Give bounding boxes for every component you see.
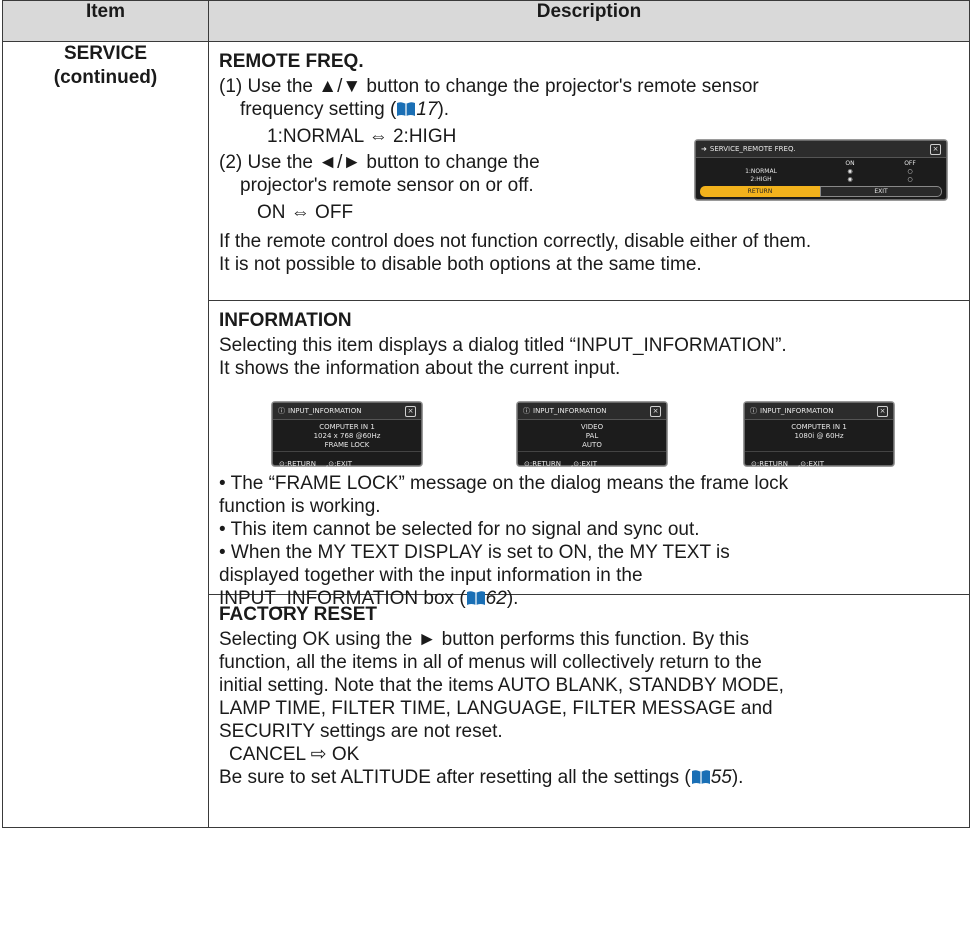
information-bullet3-line1: • When the MY TEXT DISPLAY is set to ON,… (219, 542, 730, 563)
manual-page: Item Description SERVICE (continued) REM… (0, 0, 973, 925)
remote-freq-option2: ON ⇔ OFF (257, 202, 354, 223)
arrow-icon: ➜ (701, 144, 707, 153)
dialog-line: PAL (585, 432, 599, 440)
step1-text: frequency setting ( (240, 99, 397, 120)
dialog-line: COMPUTER IN 1 (319, 423, 375, 431)
dialog-exit: ,⊙:EXIT (571, 460, 598, 468)
remote-freq-step1-line1: (1) Use the ▲/▼ button to change the pro… (219, 76, 759, 97)
radio-selected-icon: ◉ (847, 176, 853, 183)
dialog-line: 1024 x 768 @60Hz (313, 432, 381, 440)
factory-reset-line1: Selecting OK using the ► button performs… (219, 629, 749, 650)
remote-osd-buttons: RETURN EXIT (700, 186, 942, 197)
information-bullet2: • This item cannot be selected for no si… (219, 519, 700, 540)
factory-reset-option: CANCEL ⇨ OK (229, 744, 360, 765)
remote-osd-grid: ON OFF 1:NORMAL ◉ ○ 2:HIGH ◉ ○ (696, 158, 946, 184)
factory-reset-line5: SECURITY settings are not reset. (219, 721, 503, 742)
factory-reset-line2: function, all the items in all of menus … (219, 652, 762, 673)
radio-empty-icon: ○ (907, 168, 913, 175)
info-icon: ⓘ (523, 406, 530, 415)
close-icon: × (405, 405, 416, 417)
close-icon: × (877, 405, 888, 417)
info-icon: ⓘ (278, 406, 285, 415)
information-cell: INFORMATION Selecting this item displays… (208, 300, 970, 609)
dialog-line: VIDEO (580, 423, 604, 431)
step1-end: ). (437, 99, 450, 120)
remote-osd-title: SERVICE_REMOTE FREQ. (709, 144, 796, 153)
book-reference-icon (397, 102, 416, 116)
item-label: SERVICE (63, 43, 148, 64)
dialog-line: 1080i @ 60Hz (794, 432, 844, 440)
info-dialog-1: ⓘ INPUT_INFORMATION × COMPUTER IN 1 1024 x … (272, 402, 422, 468)
exit-button: EXIT (820, 186, 942, 197)
remote-freq-cell: REMOTE FREQ. (1) Use the ▲/▼ button to c… (208, 41, 970, 301)
service-table: Item Description SERVICE (continued) REM… (2, 0, 970, 828)
dialog-title: INPUT_INFORMATION (288, 406, 362, 415)
factory-reset-line4: LAMP TIME, FILTER TIME, LANGUAGE, FILTER… (219, 698, 773, 719)
remote-freq-title: REMOTE FREQ. (219, 51, 364, 72)
close-icon: × (650, 405, 661, 417)
remote-freq-osd: ➜ SERVICE_REMOTE FREQ. × ON OFF 1:NORMAL ◉ ○… (695, 140, 947, 200)
remote-freq-note1: If the remote control does not function … (219, 231, 812, 252)
item-sublabel: (continued) (53, 67, 158, 88)
factory-reset-title: FACTORY RESET (219, 604, 378, 625)
header-description: Description (208, 0, 970, 42)
row-remote-freq: SERVICE (continued) REMOTE FREQ. (1) Use… (2, 41, 970, 828)
item-cell: SERVICE (continued) (2, 41, 209, 828)
information-bullet3-line2: displayed together with the input inform… (219, 565, 643, 586)
dialog-exit: ,⊙:EXIT (798, 460, 825, 468)
information-title: INFORMATION (219, 310, 352, 331)
information-bullet1-line2: function is working. (219, 496, 381, 517)
remote-freq-note2: It is not possible to disable both optio… (219, 254, 702, 275)
dialog-title: INPUT_INFORMATION (760, 406, 834, 415)
last-ref: 55 (710, 767, 732, 788)
dialog-exit: ,⊙:EXIT (326, 460, 353, 468)
book-reference-icon (691, 770, 710, 784)
header-row: Item Description (2, 0, 970, 42)
information-dialogs: ⓘ INPUT_INFORMATION × COMPUTER IN 1 1024 x … (219, 380, 959, 472)
dialog-title: INPUT_INFORMATION (533, 406, 607, 415)
radio-empty-icon: ○ (907, 176, 913, 183)
dialog-return: ⊙:RETURN (751, 460, 789, 468)
info-icon: ⓘ (750, 406, 757, 415)
remote-osd-titlebar: ➜ SERVICE_REMOTE FREQ. × (696, 141, 946, 158)
last-end: ). (731, 767, 744, 788)
last-text: Be sure to set ALTITUDE after resetting … (219, 767, 691, 788)
close-icon: × (930, 143, 941, 155)
row-normal: 1:NORMAL (745, 168, 777, 175)
factory-reset-last: Be sure to set ALTITUDE after resetting … (219, 766, 959, 789)
factory-reset-line3: initial setting. Note that the items AUT… (219, 675, 784, 696)
step1-ref: 17 (416, 99, 438, 120)
info-dialog-2: ⓘ INPUT_INFORMATION × VIDEO PAL AUTO ⊙:RETUR… (517, 402, 667, 468)
remote-freq-step1-line2: frequency setting ( 17). (219, 98, 959, 121)
col-off: OFF (904, 160, 916, 167)
dialog-return: ⊙:RETURN (524, 460, 562, 468)
radio-selected-icon: ◉ (847, 168, 853, 175)
dialog-return: ⊙:RETURN (279, 460, 317, 468)
info-dialog-3: ⓘ INPUT_INFORMATION × COMPUTER IN 1 1080i @… (744, 402, 894, 468)
factory-reset-cell: FACTORY RESET Selecting OK using the ► b… (208, 594, 970, 828)
information-desc1: Selecting this item displays a dialog ti… (219, 335, 787, 356)
return-button: RETURN (700, 186, 820, 197)
information-desc2: It shows the information about the curre… (219, 358, 621, 379)
dialog-line: FRAME LOCK (324, 441, 370, 449)
dialog-line: AUTO (582, 441, 602, 449)
row-high: 2:HIGH (750, 176, 772, 183)
header-item: Item (2, 0, 209, 42)
col-on: ON (845, 160, 855, 167)
dialog-line: COMPUTER IN 1 (791, 423, 847, 431)
